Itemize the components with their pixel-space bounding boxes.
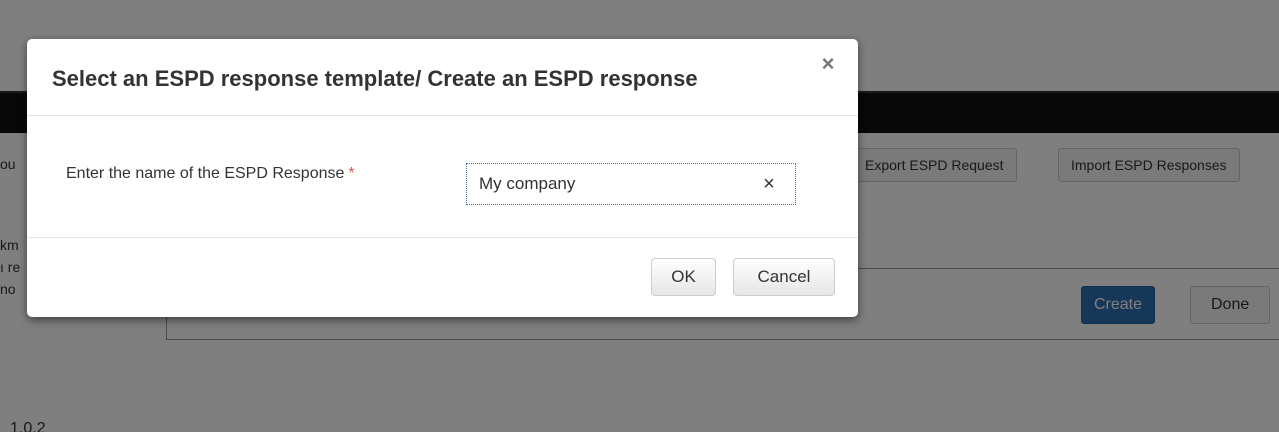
espd-response-modal: Select an ESPD response template/ Create… xyxy=(27,39,858,317)
cancel-button[interactable]: Cancel xyxy=(733,258,835,296)
response-name-input[interactable] xyxy=(479,172,749,196)
modal-header: Select an ESPD response template/ Create… xyxy=(27,39,858,116)
ok-button[interactable]: OK xyxy=(651,258,716,296)
required-marker: * xyxy=(348,165,355,182)
response-name-label: Enter the name of the ESPD Response * xyxy=(66,165,355,183)
modal-title: Select an ESPD response template/ Create… xyxy=(52,66,698,91)
response-name-label-text: Enter the name of the ESPD Response xyxy=(66,165,345,182)
modal-footer: OK Cancel xyxy=(27,238,858,317)
clear-icon[interactable]: × xyxy=(758,172,780,196)
response-name-field[interactable]: × xyxy=(466,163,796,205)
modal-body: Enter the name of the ESPD Response* × xyxy=(27,116,858,238)
close-icon[interactable]: × xyxy=(817,53,839,75)
